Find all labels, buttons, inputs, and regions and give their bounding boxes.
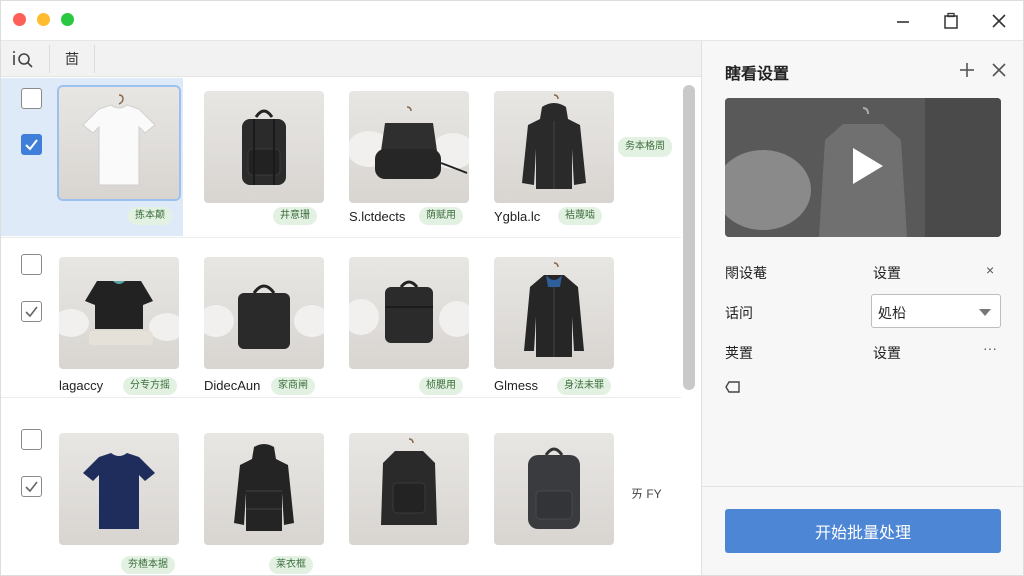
item-tag: 家商闸 [271, 377, 315, 395]
select-dropdown[interactable]: 処柗 [871, 294, 1001, 328]
start-batch-button[interactable]: 开始批量处理 [725, 509, 1001, 553]
thumbnail-folded-clothes[interactable] [59, 257, 179, 369]
item-tag: 分专方摇 [123, 377, 177, 395]
item-caption: S.lctdects [349, 209, 406, 224]
item-checkbox[interactable] [21, 134, 42, 155]
item-caption: lagaccy [59, 378, 104, 393]
item-tag: 夯楂本据 [121, 556, 175, 574]
item-tag: 莱衣框 [269, 556, 313, 574]
filter-icon: 茴 [65, 51, 79, 67]
minimize-window-button[interactable] [37, 13, 50, 26]
close-icon [992, 63, 1006, 77]
panel-close-button[interactable] [988, 59, 1010, 81]
item-tag: 身法未罪 [557, 377, 611, 395]
thumbnail-box-bag[interactable] [204, 257, 324, 369]
item-caption: DidecAun [204, 378, 261, 393]
grid-row: 夯楂本据 莱衣框 ㄞ FY [1, 413, 681, 575]
close-icon [992, 14, 1006, 28]
folded-clothes-icon [59, 281, 179, 345]
backpack-icon [242, 109, 286, 185]
thumbnail-case-bag[interactable] [349, 257, 469, 369]
check-icon [25, 306, 38, 318]
grid-row: lagaccy 分专方摇 DidecAun 家商闸 桢腮用 Glmess 身法未… [1, 238, 681, 398]
more-icon[interactable]: ··· [983, 340, 997, 356]
image-grid: 拣本颠 井意珊 S.lctdects 荫赋用 Ygbla.lc 袺蔑啮 务本格周… [1, 78, 701, 575]
item-checkbox[interactable] [21, 476, 42, 497]
prop-value[interactable]: 设置 [873, 343, 901, 363]
puffer-jacket-icon [234, 444, 294, 531]
thumbnail-hooded-jacket[interactable] [494, 91, 614, 203]
thumbnail-jacket-hanger[interactable] [494, 257, 614, 369]
thumbnail-grey-backpack[interactable] [494, 433, 614, 545]
close-button[interactable] [985, 7, 1013, 35]
panel-separator [702, 486, 1023, 487]
thumbnail-backpack-hanger[interactable] [349, 433, 469, 545]
title-bar [1, 1, 1023, 41]
row-checkbox[interactable] [21, 88, 42, 109]
item-tag: 荫赋用 [419, 207, 463, 225]
item-caption: Glmess [494, 378, 539, 393]
prop-value[interactable]: 设置 [873, 263, 901, 283]
dropdown-value: 処柗 [878, 305, 906, 321]
case-bag-icon [349, 280, 469, 343]
thumbnail-backpack[interactable] [204, 91, 324, 203]
jacket-icon [524, 262, 584, 357]
backpack-icon [381, 438, 437, 525]
search-icon [13, 51, 33, 68]
minimize-icon [897, 21, 909, 23]
thumbnail-bag-pillows[interactable] [349, 91, 469, 203]
thumbnail-navy-tshirt[interactable] [59, 433, 179, 545]
tshirt-icon [83, 453, 155, 529]
row-checkbox[interactable] [21, 429, 42, 450]
close-window-button[interactable] [13, 13, 26, 26]
item-checkbox[interactable] [21, 301, 42, 322]
prop-label: 荚置 [725, 345, 753, 361]
restore-icon [944, 12, 958, 29]
thumbnail-tshirt-white[interactable] [59, 87, 179, 199]
panel-title: 瞎看设置 [725, 66, 790, 83]
grid-row: 拣本颠 井意珊 S.lctdects 荫赋用 Ygbla.lc 袺蔑啮 务本格周 [1, 78, 681, 238]
plus-icon [960, 63, 974, 77]
tag-icon[interactable] [725, 379, 741, 400]
search-button[interactable] [9, 45, 39, 73]
item-caption: Ygbla.lc [494, 209, 541, 224]
app-window: 茴 拣本颠 井意珊 S.lctdects 荫赋用 Ygbla.lc 袺蔑啮 务本… [0, 0, 1024, 576]
zoom-window-button[interactable] [61, 13, 74, 26]
thumbnail-puffer-jacket[interactable] [204, 433, 324, 545]
item-tag: 拣本颠 [128, 207, 172, 225]
restore-button[interactable] [937, 7, 965, 35]
video-preview[interactable] [725, 98, 1001, 237]
side-label: ㄞ FY [631, 487, 662, 501]
add-button[interactable] [956, 59, 978, 81]
scrollbar-thumb[interactable] [683, 85, 695, 390]
item-tag: 桢腮用 [419, 377, 463, 395]
white-tshirt-icon [82, 94, 156, 186]
toolbar: 茴 [1, 41, 701, 77]
side-tag: 务本格周 [618, 137, 672, 157]
prop-label: 话问 [725, 305, 753, 321]
row-checkbox[interactable] [21, 254, 42, 275]
bag-icon [349, 106, 469, 179]
minimize-button[interactable] [889, 7, 917, 35]
backpack-icon [528, 447, 580, 529]
video-frame [725, 98, 1001, 237]
item-tag: 袺蔑啮 [558, 207, 602, 225]
box-bag-icon [204, 284, 324, 349]
check-icon [25, 481, 38, 493]
check-icon [25, 139, 38, 151]
settings-panel: 瞎看设置 閝设菴 设置 × 话问 処柗 荚置 设置 ··· 开始批量处理 [702, 41, 1023, 575]
filter-button[interactable]: 茴 [49, 45, 95, 73]
chevron-down-icon [979, 309, 991, 316]
remove-icon[interactable]: × [986, 262, 994, 278]
jacket-icon [522, 94, 586, 189]
prop-label: 閝设菴 [725, 265, 767, 281]
item-tag: 井意珊 [273, 207, 317, 225]
